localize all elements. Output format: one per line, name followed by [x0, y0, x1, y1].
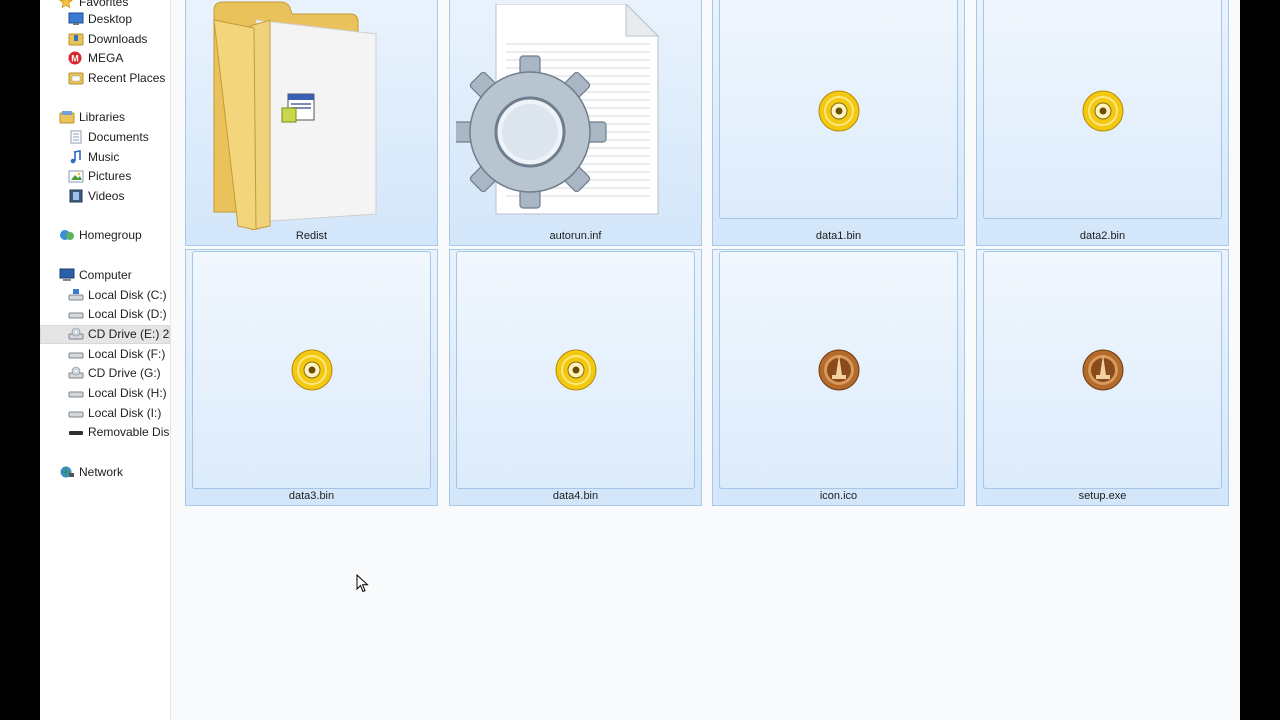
nav-computer-label: Computer — [79, 268, 132, 282]
nav-downloads-label: Downloads — [88, 32, 148, 46]
nav-computer[interactable]: Computer — [40, 266, 170, 285]
mega-icon: M — [68, 51, 84, 65]
hard-drive-icon — [68, 406, 84, 420]
nav-cd-drive-e[interactable]: CD Drive (E:) 201 — [40, 325, 170, 344]
file-item-name: data1.bin — [815, 230, 862, 242]
explorer-window: Favorites Desktop Downloads M MEGA Recen… — [40, 0, 1240, 720]
nav-desktop-label: Desktop — [88, 12, 133, 26]
mouse-cursor-icon — [356, 574, 369, 593]
hard-drive-icon — [68, 307, 84, 321]
star-icon — [59, 0, 75, 9]
downloads-folder-icon — [68, 32, 84, 46]
file-item-data3-bin[interactable]: data3.bin — [185, 249, 438, 506]
nav-local-disk-f-label: Local Disk (F:) — [88, 347, 166, 361]
system-drive-icon — [68, 288, 84, 302]
desktop-icon — [68, 12, 84, 26]
recent-places-icon — [68, 71, 84, 85]
file-item-setup-exe[interactable]: setup.exe — [976, 249, 1229, 506]
file-item-redist[interactable]: Redist — [185, 0, 438, 246]
file-item-autorun-inf[interactable]: autorun.inf — [449, 0, 702, 246]
file-item-name: icon.ico — [819, 490, 858, 502]
nav-local-disk-c-label: Local Disk (C:) — [88, 288, 167, 302]
disc-icon — [291, 349, 333, 391]
music-icon — [68, 150, 84, 164]
nav-documents-label: Documents — [88, 130, 149, 144]
nav-local-disk-f[interactable]: Local Disk (F:) — [40, 345, 170, 364]
documents-icon — [68, 130, 84, 144]
file-item-name: data2.bin — [1079, 230, 1126, 242]
nav-recent-places[interactable]: Recent Places — [40, 69, 170, 88]
nav-videos[interactable]: Videos — [40, 187, 170, 206]
bronze-disc-icon — [818, 349, 860, 391]
file-item-name: autorun.inf — [549, 230, 602, 242]
nav-local-disk-i-label: Local Disk (I:) — [88, 406, 162, 420]
nav-documents[interactable]: Documents — [40, 128, 170, 147]
libraries-icon — [59, 110, 75, 124]
file-item-data1-bin[interactable]: data1.bin — [712, 0, 965, 246]
file-item-name: data3.bin — [288, 490, 335, 502]
disc-icon — [1082, 90, 1124, 132]
file-item-name: setup.exe — [1078, 490, 1127, 502]
nav-local-disk-h-label: Local Disk (H:) — [88, 386, 167, 400]
nav-libraries[interactable]: Libraries — [40, 108, 170, 127]
file-item-name: Redist — [295, 230, 328, 242]
cd-drive-icon — [68, 327, 84, 341]
nav-cd-drive-g-label: CD Drive (G:) — [88, 366, 161, 380]
nav-mega-label: MEGA — [88, 51, 124, 65]
videos-icon — [68, 189, 84, 203]
settings-file-icon — [456, 4, 660, 215]
nav-homegroup-label: Homegroup — [79, 228, 142, 242]
hard-drive-icon — [68, 347, 84, 361]
hard-drive-icon — [68, 386, 84, 400]
file-item-data2-bin[interactable]: data2.bin — [976, 0, 1229, 246]
nav-removable-disk[interactable]: Removable Disk — [40, 423, 170, 442]
nav-libraries-label: Libraries — [79, 110, 126, 124]
nav-local-disk-d[interactable]: Local Disk (D:) — [40, 305, 170, 324]
cd-drive-icon — [68, 366, 84, 380]
disc-icon — [555, 349, 597, 391]
pictures-icon — [68, 169, 84, 183]
nav-network[interactable]: Network — [40, 463, 170, 482]
nav-local-disk-h[interactable]: Local Disk (H:) — [40, 384, 170, 403]
nav-removable-disk-label: Removable Disk — [88, 425, 171, 439]
file-item-name: data4.bin — [552, 490, 599, 502]
file-view[interactable]: Redist autorun.inf data1.bin data2.bin d… — [171, 0, 1240, 720]
nav-local-disk-c[interactable]: Local Disk (C:) — [40, 286, 170, 305]
folder-icon — [213, 1, 377, 230]
nav-music[interactable]: Music — [40, 148, 170, 167]
nav-local-disk-d-label: Local Disk (D:) — [88, 307, 167, 321]
nav-desktop[interactable]: Desktop — [40, 10, 170, 29]
nav-homegroup[interactable]: Homegroup — [40, 226, 170, 245]
nav-recent-places-label: Recent Places — [88, 71, 166, 85]
nav-cd-drive-e-label: CD Drive (E:) 201 — [88, 327, 170, 341]
network-icon — [59, 465, 75, 479]
nav-mega[interactable]: M MEGA — [40, 49, 170, 68]
nav-music-label: Music — [88, 150, 120, 164]
nav-downloads[interactable]: Downloads — [40, 30, 170, 49]
nav-local-disk-i[interactable]: Local Disk (I:) — [40, 404, 170, 423]
disc-icon — [818, 90, 860, 132]
navigation-pane[interactable]: Favorites Desktop Downloads M MEGA Recen… — [40, 0, 171, 720]
removable-disk-icon — [68, 425, 84, 439]
bronze-disc-icon — [1082, 349, 1124, 391]
file-item-icon-ico[interactable]: icon.ico — [712, 249, 965, 506]
computer-icon — [59, 268, 75, 282]
nav-videos-label: Videos — [88, 189, 125, 203]
file-item-data4-bin[interactable]: data4.bin — [449, 249, 702, 506]
homegroup-icon — [59, 228, 75, 242]
svg-text:M: M — [71, 54, 79, 64]
nav-pictures-label: Pictures — [88, 169, 132, 183]
nav-pictures[interactable]: Pictures — [40, 167, 170, 186]
nav-cd-drive-g[interactable]: CD Drive (G:) — [40, 364, 170, 383]
nav-network-label: Network — [79, 465, 124, 479]
